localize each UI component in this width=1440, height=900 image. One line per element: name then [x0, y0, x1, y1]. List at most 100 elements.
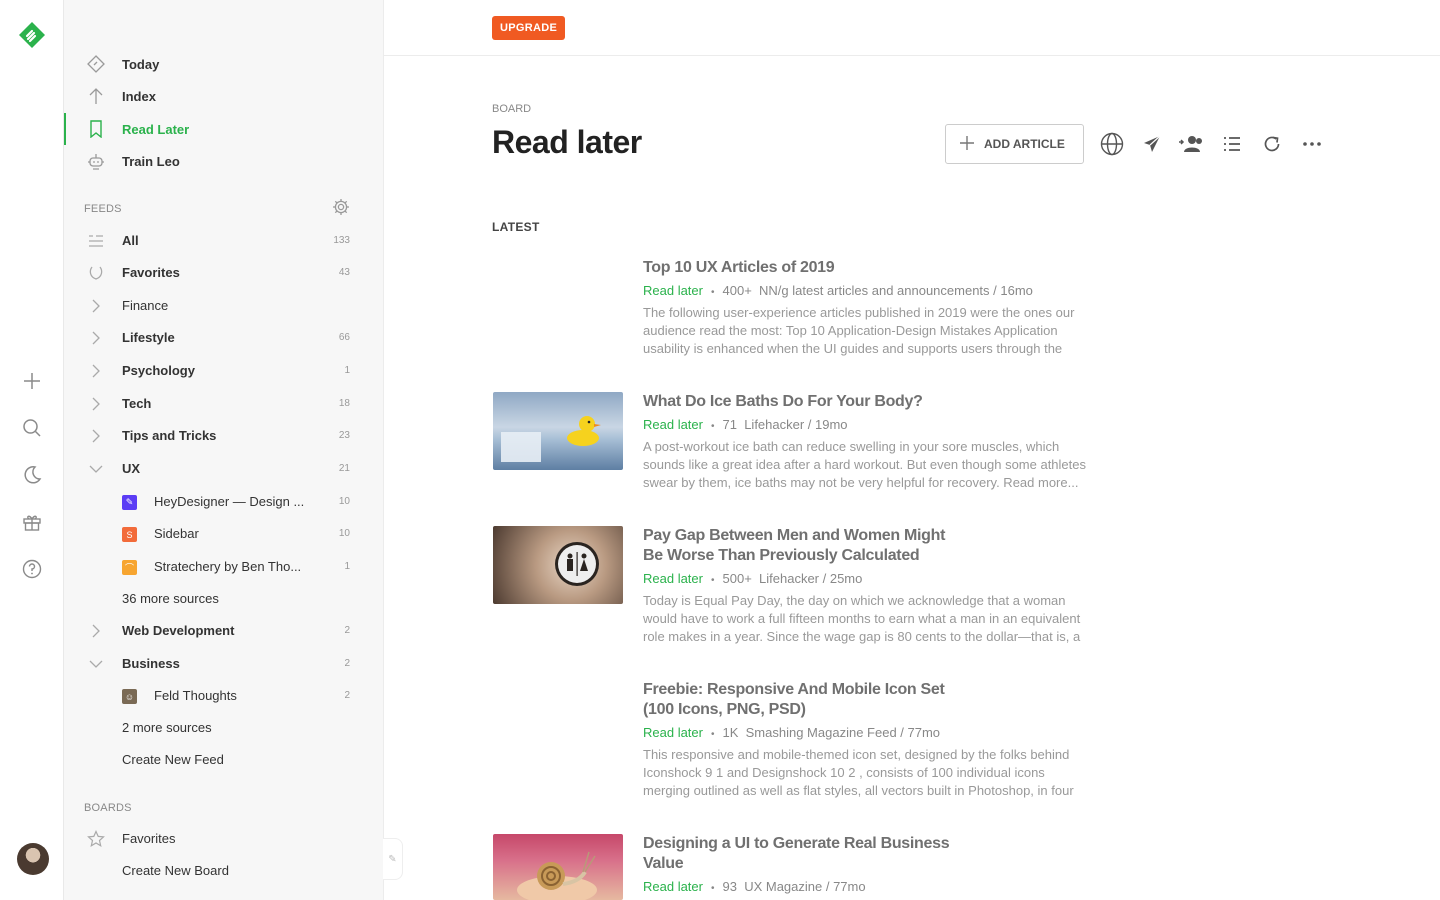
add-article-button[interactable]: ADD ARTICLE: [945, 124, 1084, 164]
more-sources-ux[interactable]: 36 more sources: [64, 583, 384, 615]
chevron-right-icon[interactable]: [86, 621, 106, 641]
nav-read-later[interactable]: Read Later: [64, 113, 384, 145]
article-title[interactable]: Pay Gap Between Men and Women Might Be W…: [643, 526, 963, 566]
article-meta: Read later • 400+ NN/g latest articles and…: [643, 283, 1033, 298]
send-icon[interactable]: [1139, 131, 1165, 157]
plus-icon: [960, 135, 974, 153]
chevron-right-icon[interactable]: [86, 296, 106, 316]
upgrade-button[interactable]: UPGRADE: [492, 16, 566, 40]
nav-train-leo[interactable]: Train Leo: [64, 145, 384, 177]
chevron-right-icon[interactable]: [86, 426, 106, 446]
more-options-icon[interactable]: [1299, 131, 1325, 157]
arrow-up-icon: [86, 86, 106, 106]
create-new-feed-label: Create New Feed: [122, 752, 224, 767]
engagement-count: 93: [722, 879, 737, 894]
article-title[interactable]: Top 10 UX Articles of 2019: [643, 258, 963, 278]
article-source: UX Magazine / 77mo: [744, 879, 866, 894]
article-thumbnail[interactable]: [493, 834, 623, 900]
feed-finance[interactable]: Finance: [64, 290, 384, 322]
article-title[interactable]: What Do Ice Baths Do For Your Body?: [643, 392, 963, 412]
feed-tips-and-tricks[interactable]: Tips and Tricks 23: [64, 420, 384, 452]
unread-count: 21: [338, 463, 350, 474]
board-kicker: BOARD: [492, 103, 532, 115]
plus-icon[interactable]: [20, 369, 44, 393]
gift-icon[interactable]: [20, 510, 44, 534]
feed-label: Favorites: [122, 265, 180, 280]
gear-icon[interactable]: [332, 198, 350, 216]
source-stratechery[interactable]: ⌒ Stratechery by Ben Tho... 1: [64, 551, 384, 583]
feed-lifestyle[interactable]: Lifestyle 66: [64, 322, 384, 354]
chevron-down-icon[interactable]: [86, 459, 106, 479]
team-icon[interactable]: [1178, 131, 1204, 157]
feed-all[interactable]: All 133: [64, 225, 384, 257]
source-feld-thoughts[interactable]: ☺ Feld Thoughts 2: [64, 680, 384, 712]
chevron-right-icon[interactable]: [86, 361, 106, 381]
nav-train-leo-label: Train Leo: [122, 153, 180, 169]
avatar[interactable]: [17, 843, 49, 875]
article-summary: Today is Equal Pay Day, the day on which…: [643, 593, 1081, 644]
pin-sidebar-icon[interactable]: ✎: [383, 838, 403, 880]
feed-favorites[interactable]: Favorites 43: [64, 257, 384, 289]
board-favorites[interactable]: Favorites: [64, 823, 384, 855]
article-source: Lifehacker / 25mo: [759, 571, 863, 586]
feeds-section-label: FEEDS: [84, 203, 122, 215]
read-later-tag[interactable]: Read later: [643, 725, 703, 740]
nav-index-label: Index: [122, 88, 156, 104]
chevron-right-icon[interactable]: [86, 328, 106, 348]
article-source: Smashing Magazine Feed / 77mo: [745, 725, 941, 740]
chevron-down-icon[interactable]: [86, 654, 106, 674]
create-new-feed[interactable]: Create New Feed: [64, 744, 384, 776]
search-icon[interactable]: [20, 416, 44, 440]
article-summary: This responsive and mobile-themed icon s…: [643, 747, 1074, 798]
source-heydesigner[interactable]: ✎ HeyDesigner — Design ... 10: [64, 486, 384, 518]
read-later-tag[interactable]: Read later: [643, 417, 703, 432]
page-title: Read later: [492, 124, 642, 160]
read-later-tag[interactable]: Read later: [643, 283, 703, 298]
source-sidebar[interactable]: S Sidebar 10: [64, 518, 384, 550]
help-icon[interactable]: [20, 557, 44, 581]
article-thumbnail[interactable]: [493, 526, 623, 604]
feld-thoughts-favicon-icon: ☺: [122, 689, 137, 704]
chevron-right-icon[interactable]: [86, 394, 106, 414]
source-label: Stratechery by Ben Tho...: [154, 559, 302, 574]
feedly-logo-icon[interactable]: [18, 21, 46, 49]
read-later-tag[interactable]: Read later: [643, 879, 703, 894]
feed-label: Tips and Tricks: [122, 428, 217, 443]
feed-business[interactable]: Business 2: [64, 648, 384, 680]
article-thumbnail[interactable]: [493, 392, 623, 470]
list-view-icon[interactable]: [1219, 131, 1245, 157]
feed-ux[interactable]: UX 21: [64, 453, 384, 485]
feed-web-development[interactable]: Web Development 2: [64, 615, 384, 647]
more-sources-business[interactable]: 2 more sources: [64, 712, 384, 744]
feed-psychology[interactable]: Psychology 1: [64, 355, 384, 387]
create-new-board-label: Create New Board: [122, 863, 229, 878]
nav-today[interactable]: Today: [64, 48, 384, 80]
feed-label: UX: [122, 461, 141, 476]
feed-label: Lifestyle: [122, 330, 175, 345]
article-title[interactable]: Designing a UI to Generate Real Business…: [643, 834, 963, 874]
feed-tech[interactable]: Tech 18: [64, 388, 384, 420]
unread-count: 10: [338, 496, 350, 507]
unread-count: 2: [344, 690, 350, 701]
create-new-board[interactable]: Create New Board: [64, 855, 384, 887]
laurel-icon: [86, 263, 106, 283]
sidebar: Today Index Read Later Train Leo FEEDS A…: [64, 0, 384, 900]
engagement-count: 1K: [722, 725, 739, 740]
engagement-count: 400+: [722, 283, 752, 298]
nav-index[interactable]: Index: [64, 80, 384, 112]
moon-icon[interactable]: [20, 463, 44, 487]
unread-count: 2: [344, 658, 350, 669]
list-icon: [86, 231, 106, 251]
unread-count: 1: [344, 561, 350, 572]
unread-count: 43: [338, 267, 350, 278]
feed-label: Business: [122, 656, 180, 671]
robot-icon: [86, 151, 106, 171]
article-summary: A post-workout ice bath can reduce swell…: [643, 439, 1086, 490]
star-icon: [86, 829, 106, 849]
read-later-tag[interactable]: Read later: [643, 571, 703, 586]
feed-label: All: [122, 233, 139, 248]
article-title[interactable]: Freebie: Responsive And Mobile Icon Set …: [643, 680, 963, 720]
feed-label: Web Development: [122, 623, 235, 638]
globe-icon[interactable]: [1099, 131, 1125, 157]
refresh-icon[interactable]: [1259, 131, 1285, 157]
